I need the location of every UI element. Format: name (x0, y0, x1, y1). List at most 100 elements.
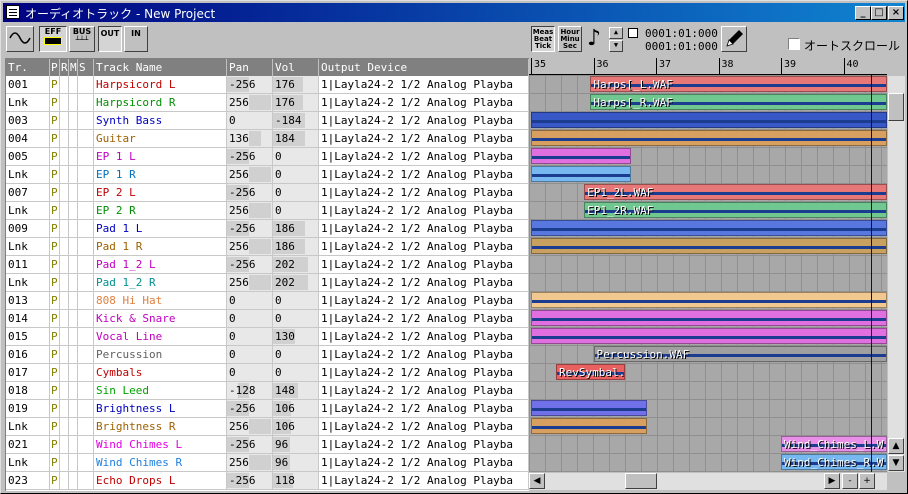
record-flag[interactable] (60, 220, 69, 237)
vol-value[interactable]: 184 (273, 130, 319, 147)
play-flag[interactable]: P (50, 436, 60, 453)
scroll-left-button[interactable]: ◀ (529, 473, 545, 489)
record-flag[interactable] (60, 292, 69, 309)
track-row[interactable]: 021 P Wind Chimes L -256 96 1|Layla24-2 1/2 A… (6, 436, 529, 454)
pan-value[interactable]: 0 (227, 364, 273, 381)
vol-value[interactable]: 106 (273, 400, 319, 417)
track-number[interactable]: 014 (6, 310, 50, 327)
play-flag[interactable]: P (50, 472, 60, 489)
vol-value[interactable]: 0 (273, 202, 319, 219)
track-row[interactable]: Lnk P EP 1 R 256 0 1|Layla24-2 1/2 Analog Pla… (6, 166, 529, 184)
output-device[interactable]: 1|Layla24-2 1/2 Analog Playba (319, 220, 529, 237)
track-name[interactable]: Brightness R (94, 418, 227, 435)
pan-value[interactable]: -256 (227, 256, 273, 273)
solo-flag[interactable] (78, 382, 94, 399)
track-name[interactable]: Cymbals (94, 364, 227, 381)
track-name[interactable]: 808 Hi Hat (94, 292, 227, 309)
record-flag[interactable] (60, 112, 69, 129)
track-name[interactable]: EP 1 R (94, 166, 227, 183)
track-number[interactable]: Lnk (6, 202, 50, 219)
pencil-tool-button[interactable] (721, 26, 747, 52)
output-device[interactable]: 1|Layla24-2 1/2 Analog Playba (319, 328, 529, 345)
solo-flag[interactable] (78, 328, 94, 345)
pan-value[interactable]: 0 (227, 112, 273, 129)
solo-flag[interactable] (78, 364, 94, 381)
record-flag[interactable] (60, 310, 69, 327)
track-name[interactable]: Kick & Snare (94, 310, 227, 327)
track-name[interactable]: Sin Leed (94, 382, 227, 399)
audio-clip[interactable] (531, 418, 647, 434)
track-name[interactable]: Echo Drops L (94, 472, 227, 489)
play-flag[interactable]: P (50, 184, 60, 201)
play-flag[interactable]: P (50, 238, 60, 255)
mute-flag[interactable] (69, 76, 78, 93)
in-button[interactable]: IN (124, 26, 148, 52)
track-name[interactable]: Synth Bass (94, 112, 227, 129)
track-row[interactable]: 005 P EP 1 L -256 0 1|Layla24-2 1/2 Analog Pl… (6, 148, 529, 166)
output-device[interactable]: 1|Layla24-2 1/2 Analog Playba (319, 400, 529, 417)
pan-value[interactable]: 256 (227, 94, 273, 111)
playback-cursor[interactable] (871, 75, 872, 472)
play-flag[interactable]: P (50, 130, 60, 147)
track-number[interactable]: 023 (6, 472, 50, 489)
play-flag[interactable]: P (50, 400, 60, 417)
output-device[interactable]: 1|Layla24-2 1/2 Analog Playba (319, 364, 529, 381)
header-pan[interactable]: Pan (227, 59, 273, 76)
solo-flag[interactable] (78, 418, 94, 435)
track-number[interactable]: 005 (6, 148, 50, 165)
pan-value[interactable]: 256 (227, 166, 273, 183)
mute-flag[interactable] (69, 202, 78, 219)
track-number[interactable]: 009 (6, 220, 50, 237)
play-flag[interactable]: P (50, 328, 60, 345)
solo-flag[interactable] (78, 238, 94, 255)
audio-clip[interactable] (531, 148, 631, 164)
record-flag[interactable] (60, 346, 69, 363)
audio-clip[interactable]: EP1_2R.WAF (584, 202, 887, 218)
output-device[interactable]: 1|Layla24-2 1/2 Analog Playba (319, 346, 529, 363)
output-device[interactable]: 1|Layla24-2 1/2 Analog Playba (319, 454, 529, 471)
vol-value[interactable]: 176 (273, 94, 319, 111)
vol-value[interactable]: 0 (273, 166, 319, 183)
record-flag[interactable] (60, 148, 69, 165)
close-button[interactable]: × (888, 6, 904, 20)
play-flag[interactable]: P (50, 202, 60, 219)
audio-clip[interactable]: RevSymbal.WAF (556, 364, 625, 380)
vol-value[interactable]: 0 (273, 346, 319, 363)
track-name[interactable]: Vocal Line (94, 328, 227, 345)
track-name[interactable]: Pad 1_2 R (94, 274, 227, 291)
track-row[interactable]: Lnk P Pad 1 R 256 186 1|Layla24-2 1/2 Analog … (6, 238, 529, 256)
out-button[interactable]: OUT (98, 26, 122, 52)
play-flag[interactable]: P (50, 418, 60, 435)
autoscroll-label[interactable]: オートスクロール (804, 37, 900, 54)
record-flag[interactable] (60, 202, 69, 219)
mute-flag[interactable] (69, 436, 78, 453)
track-row[interactable]: Lnk P Brightness R 256 106 1|Layla24-2 1/2 An… (6, 418, 529, 436)
mute-flag[interactable] (69, 328, 78, 345)
track-name[interactable]: EP 1 L (94, 148, 227, 165)
audio-clip[interactable] (531, 130, 887, 146)
solo-flag[interactable] (78, 256, 94, 273)
track-row[interactable]: 019 P Brightness L -256 106 1|Layla24-2 1/2 A… (6, 400, 529, 418)
track-number[interactable]: 007 (6, 184, 50, 201)
track-row[interactable]: Lnk P Pad 1_2 R 256 202 1|Layla24-2 1/2 Analo… (6, 274, 529, 292)
track-row[interactable]: 015 P Vocal Line 0 130 1|Layla24-2 1/2 Analog… (6, 328, 529, 346)
output-device[interactable]: 1|Layla24-2 1/2 Analog Playba (319, 472, 529, 489)
vol-value[interactable]: 186 (273, 238, 319, 255)
mute-flag[interactable] (69, 400, 78, 417)
pan-value[interactable]: 256 (227, 238, 273, 255)
output-device[interactable]: 1|Layla24-2 1/2 Analog Playba (319, 382, 529, 399)
play-flag[interactable]: P (50, 310, 60, 327)
mute-flag[interactable] (69, 418, 78, 435)
vol-value[interactable]: 96 (273, 436, 319, 453)
track-name[interactable]: Percussion (94, 346, 227, 363)
vol-value[interactable]: 106 (273, 418, 319, 435)
output-device[interactable]: 1|Layla24-2 1/2 Analog Playba (319, 238, 529, 255)
play-flag[interactable]: P (50, 382, 60, 399)
play-flag[interactable]: P (50, 166, 60, 183)
pan-value[interactable]: 136 (227, 130, 273, 147)
track-name[interactable]: Pad 1 L (94, 220, 227, 237)
audio-clip[interactable]: Percussion.WAF (593, 346, 887, 362)
track-row[interactable]: 018 P Sin Leed -128 148 1|Layla24-2 1/2 Analo… (6, 382, 529, 400)
vertical-scrollbar[interactable]: ▲ ▼ (888, 76, 905, 472)
track-row[interactable]: Lnk P Wind Chimes R 256 96 1|Layla24-2 1/2 An… (6, 454, 529, 472)
